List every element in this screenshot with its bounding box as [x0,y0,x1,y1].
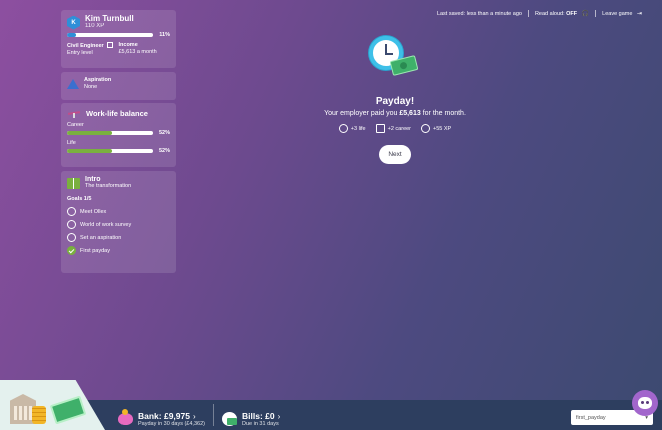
job-title: Civil Engineer [67,43,104,49]
goals-label: Goals 1/5 [67,196,92,202]
avatar-initial: K [71,19,76,26]
book-icon [67,177,80,189]
aspiration-value: None [84,84,98,90]
briefcase-icon [375,124,385,133]
scenario-select-value: first_payday [576,414,606,421]
xp-progress-fill [67,33,77,37]
life-pct: 52% [158,148,170,154]
goal-check-icon [67,246,76,255]
banknotes-icon [49,395,87,425]
income-label: Income [118,42,138,48]
goal-label: First payday [80,247,110,254]
goal-circle-icon [67,233,76,242]
piggy-bank-icon [118,409,133,425]
player-name: Kim Turnbull [85,14,134,23]
assistant-avatar-button[interactable] [632,390,658,416]
level-hex-icon: K [67,15,80,30]
bills-due-info: Due in 31 days [242,421,279,427]
last-saved-text: Last saved: less than a minute ago [436,10,522,17]
exit-icon: ⇥ [636,11,642,17]
job-level: Entry level [67,50,93,56]
headphones-icon: 🎧 [581,11,590,17]
payday-card: Payday! Your employer paid you £5,613 fo… [300,30,490,164]
divider [213,404,214,426]
reward-label: +3 life [350,125,366,132]
bank-illustration [0,380,105,430]
goal-circle-icon [67,220,76,229]
income-value: £5,613 a month [118,49,157,55]
payday-text-after: for the month. [422,110,466,117]
career-bar [67,131,153,135]
life-label: Life [67,140,76,146]
medal-icon [421,124,431,133]
payday-message: Your employer paid you £5,613 for the mo… [300,110,490,117]
bank-balance: Bank: £9,975 [138,411,190,421]
profile-panel: K Kim Turnbull 110 XP 11% Civil Engineer… [61,10,176,68]
bills-balance: Bills: £0 [242,411,275,421]
read-aloud-label: Read aloud: [534,11,565,17]
goal-item[interactable]: Set an aspiration [67,233,170,242]
chevron-right-icon: › [192,411,196,421]
bank-payday-info: Payday in 30 days (£4,362) [138,421,205,427]
payday-amount: £5,613 [399,110,421,117]
divider [595,10,597,17]
goal-item[interactable]: First payday [67,246,170,255]
aspiration-label: Aspiration [84,77,112,83]
read-aloud-value: OFF [566,11,578,17]
aspiration-panel[interactable]: Aspiration None [61,72,176,100]
career-bar-fill [67,131,112,135]
payday-illustration [365,30,425,82]
xp-progress-bar [67,33,154,37]
chevron-right-icon: › [277,411,281,421]
xp-text: 110 XP [85,23,105,29]
edit-job-icon[interactable] [106,42,113,48]
life-bar [67,149,153,153]
reward-label: +2 career [387,125,412,132]
intro-panel: Intro The transformation Goals 1/5 Meet … [61,171,176,273]
intro-title: Intro [85,176,101,183]
goal-item[interactable]: Meet Ollex [67,207,170,216]
work-life-balance-panel: Work-life balance Career 52% Life 52% [61,103,176,167]
leave-game-button[interactable]: Leave game ⇥ [602,10,642,17]
next-button[interactable]: Next [379,145,411,164]
goal-label: World of work survey [80,221,132,228]
payday-title: Payday! [375,96,415,107]
leave-game-label: Leave game [602,11,633,17]
bills-button[interactable]: Bills: £0 › Due in 31 days [222,411,280,427]
reward-xp: +55 XP [421,124,451,133]
goal-label: Meet Ollex [80,208,107,215]
coins-icon [32,406,46,424]
read-aloud-toggle[interactable]: Read aloud: OFF 🎧 [535,10,589,17]
work-life-title: Work-life balance [86,108,148,118]
mountain-icon [67,79,79,89]
career-pct: 52% [158,130,170,136]
reward-label: +55 XP [433,125,452,132]
life-bar-fill [67,149,112,153]
bills-icon [222,412,237,426]
xp-progress-pct: 11% [159,32,170,38]
intro-subtitle: The transformation [85,183,132,189]
balance-scale-icon [67,108,81,118]
robot-face-icon [638,397,652,409]
goal-label: Set an aspiration [80,234,122,241]
rewards-row: +3 life +2 career +55 XP [300,124,490,133]
career-label: Career [67,122,84,128]
goal-item[interactable]: World of work survey [67,220,170,229]
reward-life: +3 life [338,124,366,133]
smile-icon [338,124,348,133]
reward-career: +2 career [375,124,412,133]
goal-circle-icon [67,207,76,216]
divider [527,10,529,17]
bank-button[interactable]: Bank: £9,975 › Payday in 30 days (£4,362… [118,409,205,427]
top-bar: Last saved: less than a minute ago Read … [437,10,642,17]
payday-text-before: Your employer paid you [324,110,398,117]
